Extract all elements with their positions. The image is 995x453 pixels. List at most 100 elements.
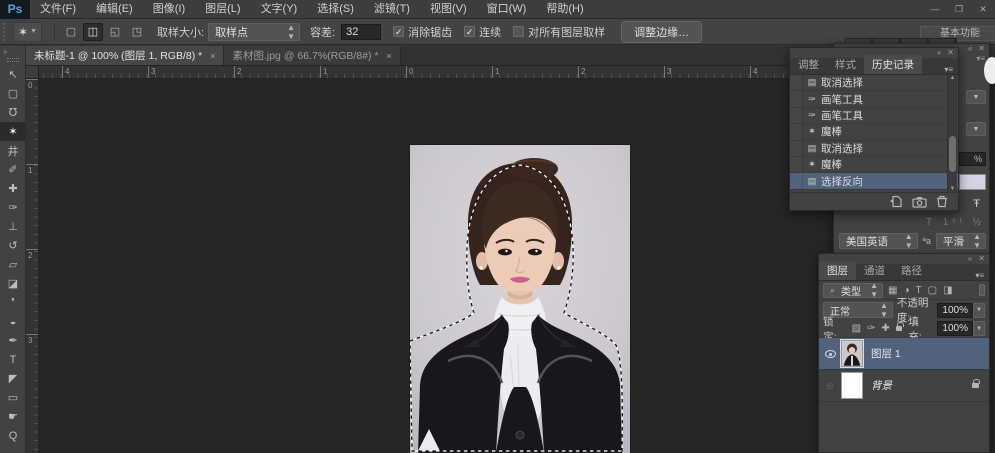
tab-channels[interactable]: 通道 [856,261,893,280]
history-source-well[interactable] [790,157,803,172]
checkbox-icon[interactable] [464,26,475,37]
layer-row-1[interactable]: 图层 1 [819,338,989,370]
close-panel-icon[interactable]: ✕ [978,44,985,54]
history-step[interactable]: ✶ 魔棒 [790,124,958,140]
lasso-tool[interactable]: ℧ [0,103,26,122]
language-select[interactable]: 美国英语 ▲▼ [839,233,918,249]
toolbar-grip[interactable] [7,58,19,62]
checkbox-icon[interactable] [513,26,524,37]
sample-all-layers-checkbox[interactable]: 对所有图层取样 [513,24,605,40]
lock-all-icon[interactable] [896,326,903,331]
delete-state-trash-icon[interactable] [936,195,948,208]
collapse-panel-icon[interactable]: « [937,48,941,58]
eye-icon[interactable] [825,350,836,358]
history-source-well[interactable] [790,124,803,139]
collapse-panel-icon[interactable]: « [968,254,972,264]
move-tool[interactable]: ↖ [0,65,26,84]
tolerance-input[interactable] [341,24,381,40]
history-source-well[interactable] [790,75,803,90]
type-tool[interactable]: T [0,350,26,369]
history-step[interactable]: ▤ 取消选择 [790,75,958,91]
panel-menu-icon[interactable]: ▾≡ [976,54,985,64]
opacity-value[interactable]: 100% [937,303,973,318]
lock-image-icon[interactable]: ✑ [867,323,875,334]
tab-adjustments[interactable]: 调整 [790,55,827,74]
layer-name[interactable]: 背景 [871,378,892,393]
tab-history[interactable]: 历史记录 [864,55,922,74]
scale-field[interactable]: % [959,152,986,166]
crop-tool[interactable]: 井 [0,141,26,160]
magic-wand-tool[interactable]: ✶ [0,122,26,141]
collapse-panel-icon[interactable]: « [968,44,972,54]
menu-help[interactable]: 帮助(H) [536,0,593,19]
brush-tool[interactable]: ✑ [0,198,26,217]
history-step[interactable]: ▤ 选择反向 [790,173,958,189]
history-source-well[interactable] [790,108,803,123]
scrollbar-thumb[interactable] [949,136,956,172]
portrait-photo[interactable] [410,145,630,453]
rectangular-marquee-tool[interactable]: ▢ [0,84,26,103]
fill-value[interactable]: 100% [937,321,973,336]
layer-row-background[interactable]: 背景 [819,370,989,402]
filter-shape-layers-icon[interactable]: ▢ [928,285,937,296]
filtering-toggle-switch[interactable] [979,284,985,296]
filter-smart-objects-icon[interactable]: ◨ [943,285,952,296]
hand-tool[interactable]: ☛ [0,407,26,426]
opacity-control[interactable]: 100% ▼ [937,303,985,318]
eraser-tool[interactable]: ▱ [0,255,26,274]
visibility-empty-icon[interactable] [825,381,835,391]
subtract-from-selection-mode[interactable]: ◱ [105,23,125,41]
close-tab-icon[interactable]: × [210,51,215,61]
history-source-well[interactable] [790,91,803,106]
scrollbar[interactable]: ▲ ▼ [947,75,957,192]
panel-menu-icon[interactable]: ▾≡ [970,271,989,280]
collapsed-dock-icon[interactable] [984,57,995,84]
lock-transparency-icon[interactable]: ▨ [852,323,861,334]
scroll-up-icon[interactable]: ▲ [948,75,957,81]
restore-button[interactable]: ❐ [947,0,971,19]
contiguous-checkbox[interactable]: 连续 [464,24,501,40]
new-snapshot-camera-icon[interactable] [912,196,927,208]
tab-layers[interactable]: 图层 [819,261,856,280]
menu-window[interactable]: 窗口(W) [477,0,537,19]
toolbar-collapse-icon[interactable]: » [0,46,25,56]
history-step[interactable]: ▤ 取消选择 [790,141,958,157]
checkbox-icon[interactable] [393,26,404,37]
pen-tool[interactable]: ✒ [0,331,26,350]
spot-healing-brush-tool[interactable]: ✚ [0,179,26,198]
close-button[interactable]: ✕ [971,0,995,19]
tab-untitled-1[interactable]: 未标题-1 @ 100% (图层 1, RGB/8) * × [26,46,224,65]
menu-select[interactable]: 选择(S) [307,0,364,19]
filter-type-layers-icon[interactable]: T [916,285,922,296]
menu-filter[interactable]: 滤镜(T) [364,0,420,19]
eyedropper-tool[interactable]: ✐ [0,160,26,179]
filter-pixel-layers-icon[interactable]: ▦ [888,285,897,296]
filter-adjustment-layers-icon[interactable]: ◑ [903,285,909,296]
smoothing-select[interactable]: 平滑 ▲▼ [936,233,986,249]
menu-layer[interactable]: 图层(L) [195,0,250,19]
layer-thumbnail[interactable] [841,372,863,399]
visibility-well[interactable] [819,350,841,358]
rectangle-shape-tool[interactable]: ▭ [0,388,26,407]
font-size-select[interactable]: ▼ [966,90,986,104]
menu-file[interactable]: 文件(F) [30,0,86,19]
visibility-well[interactable] [819,381,841,391]
panel-menu-icon[interactable]: ▾≡ [939,65,958,74]
anti-alias-checkbox[interactable]: 消除锯齿 [393,24,452,40]
filter-type-select[interactable]: ⌕ 类型 ▲▼ [823,283,883,298]
tool-preset-picker[interactable]: ✶ ▼ [13,22,42,42]
chevron-down-icon[interactable]: ▼ [973,303,985,318]
close-panel-icon[interactable]: ✕ [947,48,954,58]
intersect-selection-mode[interactable]: ◳ [127,23,147,41]
refine-edge-button[interactable]: 调整边缘… [621,21,702,43]
text-color-swatch[interactable] [959,174,986,190]
chevron-down-icon[interactable]: ▼ [973,321,985,336]
layer-name[interactable]: 图层 1 [871,346,901,361]
dodge-tool[interactable]: ◒ [0,312,26,331]
gradient-tool[interactable]: ◪ [0,274,26,293]
fill-control[interactable]: 100% ▼ [937,321,985,336]
leading-select[interactable]: ▼ [966,122,986,136]
sample-size-select[interactable]: 取样点 ▲▼ [208,23,300,41]
clone-stamp-tool[interactable]: ⊥ [0,217,26,236]
path-selection-tool[interactable]: ◤ [0,369,26,388]
